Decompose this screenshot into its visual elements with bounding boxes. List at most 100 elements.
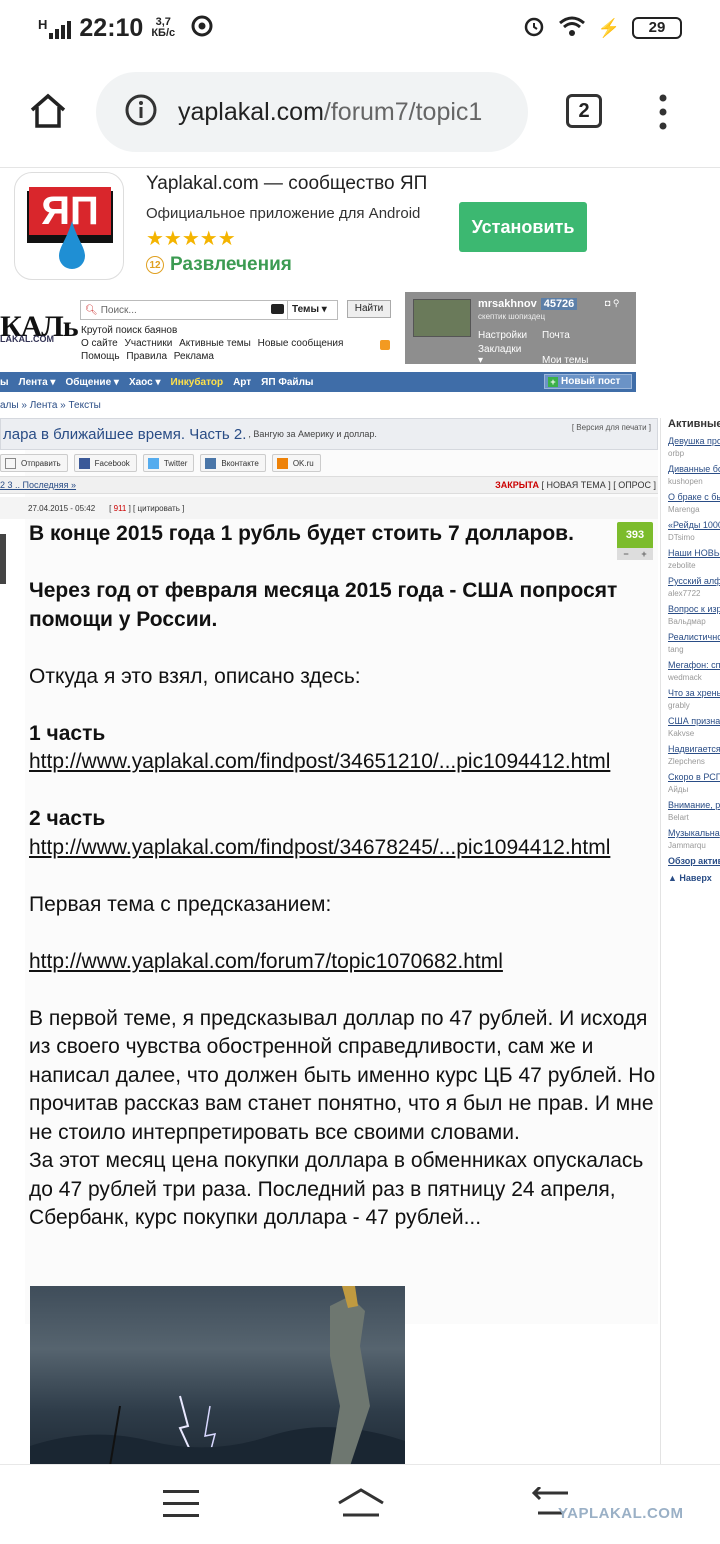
post-paragraph: В конце 2015 года 1 рубль будет стоить 7… xyxy=(29,522,574,545)
menu-dots-icon[interactable] xyxy=(658,94,668,135)
sidebar-topic-author[interactable]: Belart xyxy=(668,813,720,822)
part1-link[interactable]: http://www.yaplakal.com/findpost/3465121… xyxy=(29,750,610,773)
sidebar-topic-author[interactable]: tang xyxy=(668,645,720,654)
topic-actions[interactable]: [ НОВАЯ ТЕМА ] [ ОПРОС ] xyxy=(542,480,657,490)
sidebar-topic-author[interactable]: orbp xyxy=(668,449,720,458)
sidebar-topic-author[interactable]: DTsimo xyxy=(668,533,720,542)
plus-icon: + xyxy=(548,377,558,387)
first-topic-link[interactable]: http://www.yaplakal.com/forum7/topic1070… xyxy=(29,950,503,973)
sidebar-topic-author[interactable]: Zlepchens xyxy=(668,757,720,766)
share-send-button[interactable]: Отправить xyxy=(0,454,68,472)
nav-item-0[interactable]: ы xyxy=(0,377,9,388)
chrome-icon xyxy=(191,15,213,42)
link-ads[interactable]: Реклама xyxy=(174,351,214,362)
sidebar-topic-link[interactable]: Надвигается (83) xyxy=(668,744,720,755)
sidebar-topic-link[interactable]: США признал области гипе xyxy=(668,716,720,727)
tab-switcher-button[interactable]: 2 xyxy=(566,94,602,128)
share-ok-button[interactable]: OK.ru xyxy=(271,454,321,472)
link-mail[interactable]: Почта xyxy=(542,330,606,341)
sidebar-topic-link[interactable]: Мегафон: сп трафик в рос xyxy=(668,660,720,671)
sidebar-topic-link[interactable]: Наши НОВЫЕ xyxy=(668,548,720,559)
nav-item-art[interactable]: Арт xyxy=(233,377,251,388)
user-icons[interactable]: ◘ ⚲ xyxy=(605,298,620,309)
link-active-topics[interactable]: Активные темы xyxy=(179,338,251,349)
avatar[interactable] xyxy=(413,299,471,337)
app-install-banner: ЯП Yaplakal.com — сообщество ЯП Официаль… xyxy=(0,168,720,284)
sidebar-topic-link[interactable]: О браке с бы xyxy=(668,492,720,503)
link-bookmarks[interactable]: Закладки ▾ xyxy=(478,344,542,366)
sidebar-topic-link[interactable]: Диванные бо парня :) (25) xyxy=(668,464,720,475)
sidebar-topic-author[interactable]: Айды xyxy=(668,785,720,794)
system-navigation-bar: YAPLAKAL.COM xyxy=(0,1464,720,1544)
slogan: Крутой поиск баянов xyxy=(81,325,178,336)
share-facebook-button[interactable]: Facebook xyxy=(73,454,137,472)
back-to-top-link[interactable]: ▲ Наверх xyxy=(668,873,720,883)
print-version-link[interactable]: [ Версия для печати ] xyxy=(572,423,651,432)
sidebar-topic-link[interactable]: Реалистично искусно высе xyxy=(668,632,720,643)
rating-stars: ★★★★★ xyxy=(146,228,236,250)
sidebar-topic-link[interactable]: Внимание, ро xyxy=(668,800,720,811)
battery-indicator: 29 xyxy=(632,17,682,39)
home-gesture-icon[interactable] xyxy=(337,1487,385,1524)
site-logo-sub: LAKAL.COM xyxy=(0,334,54,344)
pagination[interactable]: 2 3 .. Последняя » xyxy=(0,480,76,490)
sidebar-overview-link[interactable]: Обзор активн xyxy=(668,856,720,867)
nav-item-files[interactable]: ЯП Файлы xyxy=(261,377,313,388)
sidebar-topic-author[interactable]: Вальдмар xyxy=(668,617,720,626)
install-button[interactable]: Установить xyxy=(459,202,587,252)
network-speed: 3,7 КБ/с xyxy=(151,16,176,39)
link-help[interactable]: Помощь xyxy=(81,351,120,362)
nav-item-feed[interactable]: Лента ▾ xyxy=(19,377,56,388)
menu-icon[interactable] xyxy=(163,1489,199,1524)
breadcrumb[interactable]: алы » Лента » Тексты xyxy=(0,400,101,411)
app-logo[interactable]: ЯП xyxy=(14,172,124,280)
info-icon[interactable] xyxy=(124,93,158,132)
sidebar-title: Активные xyxy=(668,418,720,430)
nav-item-chaos[interactable]: Хаос ▾ xyxy=(129,377,161,388)
search-input[interactable]: 🔍︎ Поиск... Темы ▾ xyxy=(80,300,338,320)
sidebar-topic-link[interactable]: Музыкальна xyxy=(668,828,720,839)
link-rules[interactable]: Правила xyxy=(126,351,167,362)
post-paragraph: Откуда я это взял, описано здесь: xyxy=(29,664,361,688)
url-field[interactable]: yaplakal.com/forum7/topic1 xyxy=(96,72,528,152)
link-settings[interactable]: Настройки xyxy=(478,330,542,341)
rss-icon[interactable] xyxy=(380,340,390,350)
sidebar-topic-link[interactable]: «Рейды 1000 бомбардиров бомбардиров xyxy=(668,520,720,531)
sidebar-topic-author[interactable]: zebolite xyxy=(668,561,720,570)
username[interactable]: mrsakhnov 45726 xyxy=(478,298,578,310)
share-twitter-button[interactable]: Twitter xyxy=(142,454,195,472)
search-scope-select[interactable]: Темы ▾ xyxy=(287,301,331,319)
nav-item-incubator[interactable]: Инкубатор xyxy=(171,377,224,388)
link-new-messages[interactable]: Новые сообщения xyxy=(258,338,344,349)
search-button[interactable]: Найти xyxy=(347,300,391,318)
post-content: В конце 2015 года 1 рубль будет стоить 7… xyxy=(29,520,661,1233)
link-about[interactable]: О сайте xyxy=(81,338,118,349)
share-vk-button[interactable]: Вконтакте xyxy=(200,454,266,472)
sidebar-topic-author[interactable]: Kakvse xyxy=(668,729,720,738)
sidebar-topic-author[interactable]: grably xyxy=(668,701,720,710)
sidebar-topic-author[interactable]: alex7722 xyxy=(668,589,720,598)
header-links: Крутой поиск баянов О сайте Участники Ак… xyxy=(81,324,347,363)
sidebar-topic-author[interactable]: Jammarqu xyxy=(668,841,720,850)
post-header: 27.04.2015 - 05:42 [ 911 ] [ цитировать … xyxy=(0,497,658,519)
sidebar-topic-link[interactable]: Вопрос к изр xyxy=(668,604,720,615)
topic-block: лара в ближайшее время. Часть 2., Вангую… xyxy=(0,418,658,519)
sidebar-topic-link[interactable]: Девушка про на аукционе xyxy=(668,436,720,447)
sidebar-topic-link[interactable]: Русский алф понятиях. С н xyxy=(668,576,720,587)
link-my-topics[interactable]: Мои темы xyxy=(542,355,606,366)
new-post-button[interactable]: + Новый пост xyxy=(544,374,632,389)
sidebar-topic-link[interactable]: Что за хрень (205) xyxy=(668,688,720,699)
link-members[interactable]: Участники xyxy=(125,338,173,349)
web-page: КАЛь LAKAL.COM 🔍︎ Поиск... Темы ▾ Найти … xyxy=(0,284,720,1464)
sidebar-topic-link[interactable]: Скоро в РСП говна на вен xyxy=(668,772,720,783)
post-number[interactable]: [ 911 ] [ цитировать ] xyxy=(109,504,184,513)
vk-icon xyxy=(205,457,217,469)
post-image[interactable] xyxy=(30,1286,405,1464)
sidebar-topic-author[interactable]: Marenga xyxy=(668,505,720,514)
camera-icon[interactable] xyxy=(271,304,284,314)
nav-item-talk[interactable]: Общение ▾ xyxy=(65,377,119,388)
sidebar-topic-author[interactable]: wedmack xyxy=(668,673,720,682)
part2-link[interactable]: http://www.yaplakal.com/findpost/3467824… xyxy=(29,836,610,859)
sidebar-topic-author[interactable]: kushopen xyxy=(668,477,720,486)
home-icon[interactable] xyxy=(28,92,68,135)
